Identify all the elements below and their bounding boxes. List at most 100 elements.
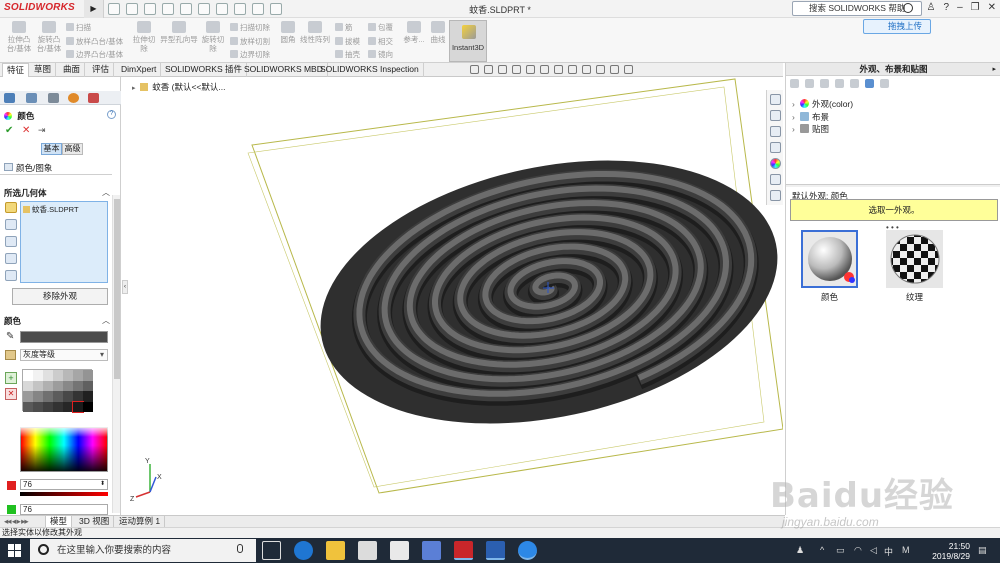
feature-tree-root[interactable]: ▸ 蚊香 (默认<<默认... [132,81,225,93]
mail-icon[interactable] [390,541,409,560]
forward-icon[interactable] [805,79,814,88]
edge-browser-icon[interactable] [294,541,313,560]
gray-swatch[interactable] [33,370,43,381]
home-icon[interactable] [770,94,781,105]
expand-arrow-icon[interactable]: › [792,99,800,109]
view-palette-icon[interactable] [770,142,781,153]
scroll-thumb[interactable] [114,199,120,379]
reference-geometry-button[interactable]: 参考... [402,21,426,44]
hole-wizard-button[interactable]: 异型孔向导 [160,21,198,44]
new-file-icon[interactable] [126,3,138,15]
up-icon[interactable] [820,79,829,88]
gray-swatch[interactable] [83,370,93,381]
gray-swatch[interactable] [33,401,43,412]
grayscale-swatch-grid[interactable] [22,369,93,413]
help-circle-icon[interactable]: ? [107,110,116,119]
file-explorer-icon[interactable] [770,126,781,137]
select-face-icon[interactable] [5,219,17,230]
ime-lang[interactable]: 中 [884,545,893,558]
zoom-area-icon[interactable] [484,65,493,74]
tab-inspection[interactable]: SOLIDWORKS Inspection [316,63,424,77]
add-folder-icon[interactable] [835,79,844,88]
volume-icon[interactable]: ◁ [870,545,877,556]
gray-swatch[interactable] [63,370,73,381]
gray-swatch[interactable] [53,391,63,402]
basic-mode-button[interactable]: 基本 [41,143,62,155]
view-orientation-icon[interactable] [540,65,549,74]
refresh-icon[interactable] [865,79,874,88]
gray-swatch[interactable] [73,380,83,391]
forum-icon[interactable] [770,190,781,201]
green-value-field[interactable]: 76 [20,504,108,515]
select-surface-icon[interactable] [5,236,17,247]
display-manager-tab-icon[interactable] [88,93,99,103]
gray-swatch[interactable] [53,370,63,381]
boundary-cut-button[interactable]: 边界切除 [230,49,270,60]
hide-show-icon[interactable] [568,65,577,74]
gray-swatch[interactable] [33,391,43,402]
tab-addins[interactable]: SOLIDWORKS 插件 [161,63,247,77]
tree-item-scenes[interactable]: › 布景 [792,111,829,123]
notification-icon[interactable]: ▤ [978,545,987,556]
loft-boss-button[interactable]: 放样凸台/基体 [66,36,123,47]
custom-properties-icon[interactable] [770,174,781,185]
instant3d-button[interactable]: Instant3D [449,20,487,62]
tab-features[interactable]: 特征 [2,63,30,77]
rib-button[interactable]: 筋 [335,22,353,33]
extrude-boss-button[interactable]: 拉伸凸 台/基体 [5,21,33,53]
help-icon[interactable]: ? [944,2,950,13]
battery-icon[interactable]: ▭ [836,545,845,556]
intersect-button[interactable]: 相交 [368,36,393,47]
gray-swatch[interactable] [43,401,53,412]
close-icon[interactable]: ✕ [988,2,996,13]
print-icon[interactable] [180,3,192,15]
gray-swatch[interactable] [43,370,53,381]
appearances-icon[interactable] [770,158,781,169]
undo-icon[interactable] [198,3,210,15]
dynamic-annotation-icon[interactable] [526,65,535,74]
property-manager-tab-icon[interactable] [26,93,37,103]
people-icon[interactable]: ♟ [796,545,804,556]
solidworks-logo[interactable]: SOLIDWORKS [4,2,75,13]
add-swatch-icon[interactable]: + [5,372,17,384]
display-monitor-icon[interactable] [624,65,633,74]
microphone-icon[interactable] [237,544,243,553]
pin-icon[interactable]: ▸ [992,65,996,73]
fillet-button[interactable]: 圆角 [278,21,298,44]
file-explorer-icon[interactable] [326,541,345,560]
revolve-cut-button[interactable]: 旋转切 除 [200,21,226,53]
spinner-icon[interactable]: ⬍ [100,480,105,489]
view-settings-icon[interactable] [610,65,619,74]
gray-swatch[interactable] [23,391,33,402]
gray-swatch[interactable] [63,380,73,391]
eyedropper-icon[interactable]: ✎ [6,332,16,342]
restore-icon[interactable]: ❐ [971,2,980,13]
gray-swatch[interactable] [23,370,33,381]
word-icon[interactable] [486,541,505,560]
thumb-color[interactable] [801,230,858,288]
red-value-field[interactable]: 76 ⬍ [20,479,108,490]
select-body-icon[interactable] [5,253,17,264]
start-windows-icon[interactable] [8,544,21,557]
geometry-item[interactable]: 蚊香.SLDPRT [32,205,79,214]
section-view-icon[interactable] [512,65,521,74]
collapse-chevron-icon[interactable]: ︿ [102,187,110,198]
remove-appearance-button[interactable]: 移除外观 [12,288,108,305]
mirror-button[interactable]: 镜向 [368,49,393,60]
pin-icon[interactable]: ⇥ [38,125,46,136]
minimize-icon[interactable]: – [957,2,963,13]
app-icon[interactable] [422,541,441,560]
advanced-mode-button[interactable]: 高级 [62,143,83,155]
baidu-netdisk-icon[interactable] [518,541,537,560]
design-library-icon[interactable] [770,110,781,121]
gray-swatch[interactable] [23,380,33,391]
panel-scrollbar[interactable] [112,195,120,513]
appearance-tab-icon[interactable] [68,93,79,103]
shell-button[interactable]: 抽壳 [335,49,360,60]
wrap-button[interactable]: 包覆 [368,22,393,33]
tab-evaluate[interactable]: 评估 [88,63,115,77]
gray-swatch[interactable] [73,391,83,402]
store-icon[interactable] [358,541,377,560]
menu-arrow-icon[interactable]: ▶ [84,0,104,18]
select-icon[interactable] [216,3,228,15]
